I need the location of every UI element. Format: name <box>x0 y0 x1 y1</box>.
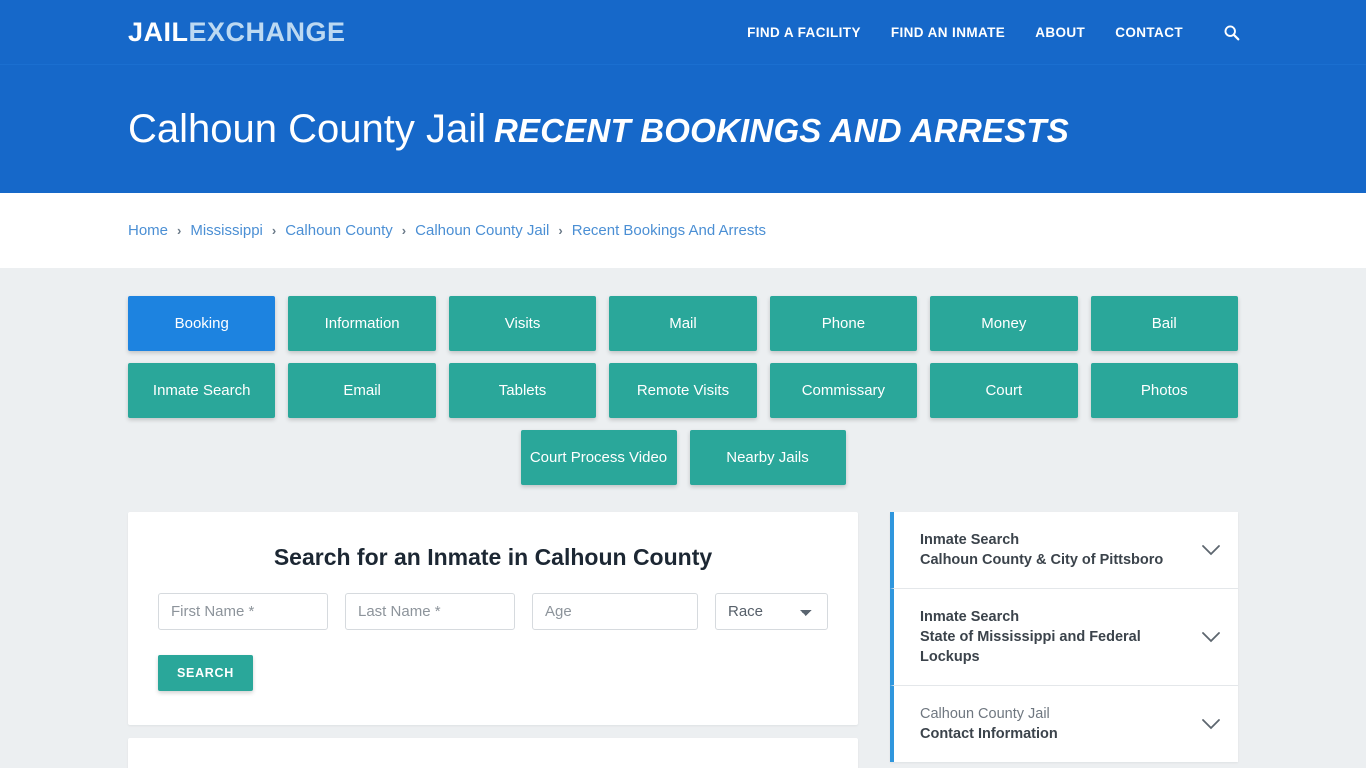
tab-court-process-video[interactable]: Court Process Video <box>520 430 677 485</box>
chevron-down-icon[interactable] <box>1201 631 1221 643</box>
breadcrumb-item-calhoun-county-jail[interactable]: Calhoun County Jail <box>415 222 549 239</box>
tab-email[interactable]: Email <box>288 363 436 418</box>
sidebar-item-line1: Inmate Search <box>920 609 1020 625</box>
facility-tabs-row-2: Inmate Search Email Tablets Remote Visit… <box>128 363 1238 418</box>
sidebar-item-text: Calhoun County Jail Contact Information <box>920 704 1187 744</box>
inmate-search-form: Race <box>158 593 828 630</box>
tab-tablets[interactable]: Tablets <box>448 363 597 418</box>
breadcrumb-separator: › <box>401 223 407 238</box>
page-hero: Calhoun County Jail RECENT BOOKINGS AND A… <box>0 65 1366 193</box>
sidebar: Inmate Search Calhoun County & City of P… <box>890 512 1238 762</box>
sidebar-item-text: Inmate Search Calhoun County & City of P… <box>920 530 1187 570</box>
tab-money[interactable]: Money <box>930 296 1078 351</box>
breadcrumb: Home › Mississippi › Calhoun County › Ca… <box>128 222 766 239</box>
nav-item-contact[interactable]: CONTACT <box>1115 25 1183 40</box>
sidebar-accordion: Inmate Search Calhoun County & City of P… <box>890 512 1238 762</box>
tab-visits[interactable]: Visits <box>448 296 597 351</box>
first-name-input[interactable] <box>158 593 328 630</box>
sidebar-item-inmate-search-state[interactable]: Inmate Search State of Mississippi and F… <box>890 589 1238 686</box>
sidebar-item-line2: State of Mississippi and Federal Lockups <box>920 629 1141 665</box>
tab-bail[interactable]: Bail <box>1090 296 1238 351</box>
breadcrumb-item-mississippi[interactable]: Mississippi <box>190 222 263 239</box>
tab-inmate-search[interactable]: Inmate Search <box>128 363 276 418</box>
chevron-down-icon[interactable] <box>1201 718 1221 730</box>
sidebar-item-line2: Contact Information <box>920 726 1058 742</box>
tab-phone[interactable]: Phone <box>769 296 918 351</box>
sidebar-item-line2: Calhoun County & City of Pittsboro <box>920 552 1164 568</box>
breadcrumb-separator: › <box>271 223 277 238</box>
search-icon[interactable] <box>1223 24 1240 41</box>
tab-nearby-jails[interactable]: Nearby Jails <box>689 430 846 485</box>
breadcrumb-item-recent-bookings[interactable]: Recent Bookings And Arrests <box>572 222 766 239</box>
inmate-search-panel: Search for an Inmate in Calhoun County R… <box>128 512 858 725</box>
sidebar-item-contact-information[interactable]: Calhoun County Jail Contact Information <box>890 686 1238 762</box>
content-columns: Search for an Inmate in Calhoun County R… <box>128 512 1238 768</box>
facility-tabs-row-3: Court Process Video Nearby Jails <box>128 430 1238 485</box>
breadcrumb-separator: › <box>558 223 563 238</box>
page-content: Booking Information Visits Mail Phone Mo… <box>0 268 1366 768</box>
page-title-main: Calhoun County Jail <box>128 107 486 151</box>
logo-text-jail: JAIL <box>128 16 189 47</box>
tab-court[interactable]: Court <box>930 363 1078 418</box>
race-select[interactable]: Race <box>715 593 828 630</box>
tab-information[interactable]: Information <box>288 296 436 351</box>
site-header: JAILEXCHANGE FIND A FACILITY FIND AN INM… <box>0 0 1366 65</box>
tab-photos[interactable]: Photos <box>1090 363 1238 418</box>
sidebar-item-line1: Calhoun County Jail <box>920 706 1050 722</box>
tab-commissary[interactable]: Commissary <box>769 363 918 418</box>
tab-remote-visits[interactable]: Remote Visits <box>609 363 757 418</box>
tab-mail[interactable]: Mail <box>609 296 757 351</box>
tab-booking[interactable]: Booking <box>128 296 276 351</box>
page-title-sub: RECENT BOOKINGS AND ARRESTS <box>494 112 1069 149</box>
main-navigation: FIND A FACILITY FIND AN INMATE ABOUT CON… <box>747 24 1240 41</box>
search-button[interactable]: SEARCH <box>158 655 253 691</box>
sidebar-item-inmate-search-county[interactable]: Inmate Search Calhoun County & City of P… <box>890 512 1238 589</box>
nav-item-about[interactable]: ABOUT <box>1035 25 1085 40</box>
breadcrumb-item-home[interactable]: Home <box>128 222 168 239</box>
sidebar-item-line1: Inmate Search <box>920 532 1020 548</box>
breadcrumb-item-calhoun-county[interactable]: Calhoun County <box>285 222 393 239</box>
main-column: Search for an Inmate in Calhoun County R… <box>128 512 858 768</box>
logo-text-exchange: EXCHANGE <box>188 16 346 47</box>
page-title: Calhoun County Jail RECENT BOOKINGS AND A… <box>128 109 1069 149</box>
facility-tabs-row-1: Booking Information Visits Mail Phone Mo… <box>128 296 1238 351</box>
last-name-input[interactable] <box>345 593 515 630</box>
breadcrumb-separator: › <box>177 223 182 238</box>
age-input[interactable] <box>532 593 698 630</box>
nav-item-find-a-facility[interactable]: FIND A FACILITY <box>747 25 861 40</box>
faq-panel: Frequently Asked Questions about Calhoun… <box>128 738 858 768</box>
sidebar-item-text: Inmate Search State of Mississippi and F… <box>920 607 1187 667</box>
site-logo[interactable]: JAILEXCHANGE <box>128 17 346 48</box>
inmate-search-title: Search for an Inmate in Calhoun County <box>273 544 713 570</box>
nav-item-find-an-inmate[interactable]: FIND AN INMATE <box>891 25 1005 40</box>
chevron-down-icon[interactable] <box>1201 544 1221 556</box>
breadcrumb-bar: Home › Mississippi › Calhoun County › Ca… <box>0 193 1366 268</box>
